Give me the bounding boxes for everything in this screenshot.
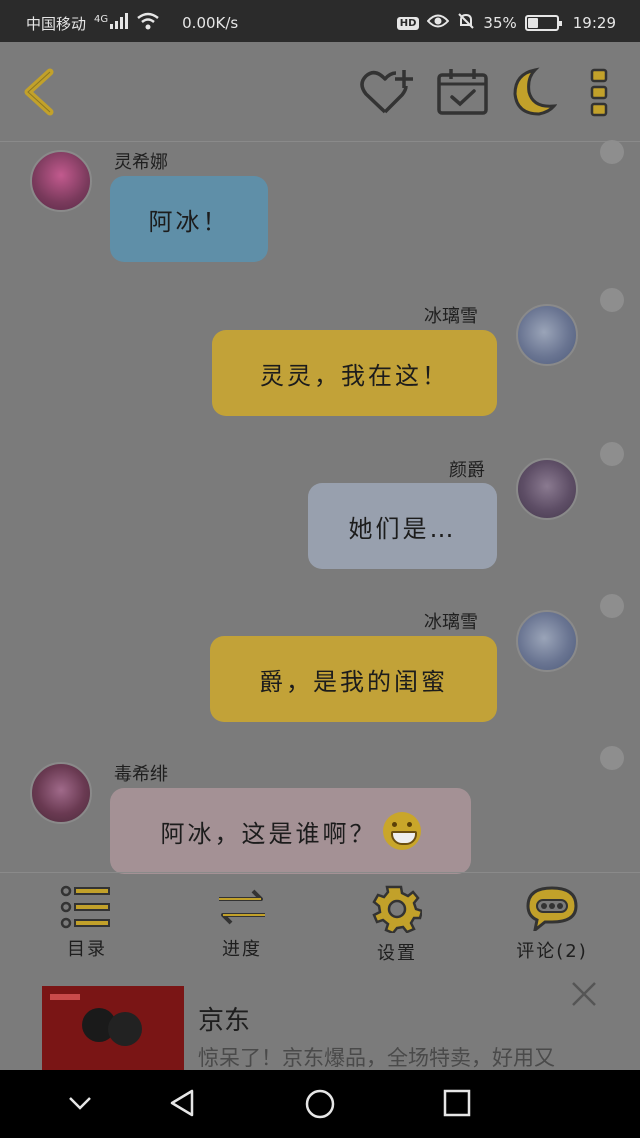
recent-apps-square-icon[interactable] bbox=[442, 1088, 472, 1122]
carrier-name: 中国移动 bbox=[26, 14, 87, 33]
message-text: 阿冰，这是谁啊？ bbox=[160, 819, 377, 848]
status-bar: 中国移动 4G 0.00K/s HD 35% 19:29 bbox=[0, 0, 640, 42]
night-mode-moon-icon[interactable] bbox=[505, 66, 558, 122]
message-bubble[interactable]: 她们是… bbox=[308, 483, 497, 569]
battery-percent: 35% bbox=[483, 14, 517, 32]
network-type: 4G bbox=[94, 13, 109, 25]
wifi-icon bbox=[136, 12, 160, 34]
list-icon bbox=[60, 885, 110, 929]
system-nav-bar bbox=[0, 1070, 640, 1138]
ad-description[interactable]: 惊呆了！京东爆品，全场特卖，好用又 bbox=[198, 1042, 555, 1070]
nav-settings[interactable]: 设置 bbox=[337, 885, 457, 965]
home-circle-icon[interactable] bbox=[304, 1088, 336, 1124]
nav-catalog[interactable]: 目录 bbox=[27, 885, 147, 961]
top-toolbar bbox=[0, 42, 640, 142]
comment-bubble-icon bbox=[526, 886, 578, 931]
sender-name: 灵希娜 bbox=[114, 152, 168, 173]
gear-icon bbox=[372, 885, 422, 933]
ad-title[interactable]: 京东 bbox=[198, 1000, 250, 1037]
back-icon[interactable] bbox=[18, 66, 58, 122]
nav-progress-label: 进度 bbox=[222, 939, 262, 960]
mute-bell-icon bbox=[457, 12, 475, 34]
close-icon[interactable] bbox=[570, 980, 598, 1012]
grinning-face-icon bbox=[382, 812, 421, 850]
message-bubble[interactable]: 灵灵，我在这！ bbox=[212, 330, 497, 416]
nav-settings-label: 设置 bbox=[377, 943, 417, 964]
back-triangle-icon[interactable] bbox=[168, 1088, 198, 1122]
eye-icon bbox=[427, 13, 450, 33]
read-indicator-dot bbox=[600, 746, 624, 770]
chat-list[interactable]: 灵希娜 阿冰！ 冰璃雪 灵灵，我在这！ 颜爵 她们是… 冰璃雪 爵，是我的闺蜜 … bbox=[0, 140, 640, 874]
read-indicator-dot bbox=[600, 594, 624, 618]
sender-name: 冰璃雪 bbox=[424, 306, 478, 327]
avatar[interactable] bbox=[516, 610, 578, 672]
sender-name: 冰璃雪 bbox=[424, 612, 478, 633]
avatar[interactable] bbox=[516, 304, 578, 366]
message-bubble[interactable]: 爵，是我的闺蜜 bbox=[210, 636, 497, 722]
avatar[interactable] bbox=[516, 458, 578, 520]
reader-bottom-nav: 目录 进度 设置 评论(2) bbox=[0, 872, 640, 980]
message-bubble[interactable]: 阿冰！ bbox=[110, 176, 268, 262]
nav-comments[interactable]: 评论(2) bbox=[492, 885, 612, 963]
read-indicator-dot bbox=[600, 442, 624, 466]
more-vertical-icon[interactable] bbox=[588, 66, 612, 122]
read-indicator-dot bbox=[600, 140, 624, 164]
swap-arrows-icon bbox=[219, 889, 265, 925]
avatar[interactable] bbox=[30, 150, 92, 212]
nav-comments-label: 评论(2) bbox=[516, 941, 588, 962]
sender-name: 毒希绯 bbox=[114, 764, 168, 785]
message-bubble[interactable]: 阿冰，这是谁啊？ bbox=[110, 788, 471, 874]
calendar-check-icon[interactable] bbox=[436, 66, 490, 122]
signal-icon bbox=[110, 13, 129, 33]
battery-icon bbox=[524, 15, 562, 31]
add-favorite-icon[interactable] bbox=[360, 66, 418, 122]
network-speed: 0.00K/s bbox=[182, 14, 239, 32]
ad-banner[interactable]: 京东 惊呆了！京东爆品，全场特卖，好用又 bbox=[0, 980, 640, 1070]
reader-screen: 灵希娜 阿冰！ 冰璃雪 灵灵，我在这！ 颜爵 她们是… 冰璃雪 爵，是我的闺蜜 … bbox=[0, 42, 640, 1070]
nav-catalog-label: 目录 bbox=[67, 939, 107, 960]
collapse-chevron-icon[interactable] bbox=[66, 1088, 94, 1120]
nav-progress[interactable]: 进度 bbox=[182, 885, 302, 961]
ad-image[interactable] bbox=[42, 986, 184, 1070]
clock: 19:29 bbox=[572, 14, 616, 32]
sender-name: 颜爵 bbox=[449, 460, 485, 481]
avatar[interactable] bbox=[30, 762, 92, 824]
hd-badge: HD bbox=[396, 16, 420, 30]
read-indicator-dot bbox=[600, 288, 624, 312]
